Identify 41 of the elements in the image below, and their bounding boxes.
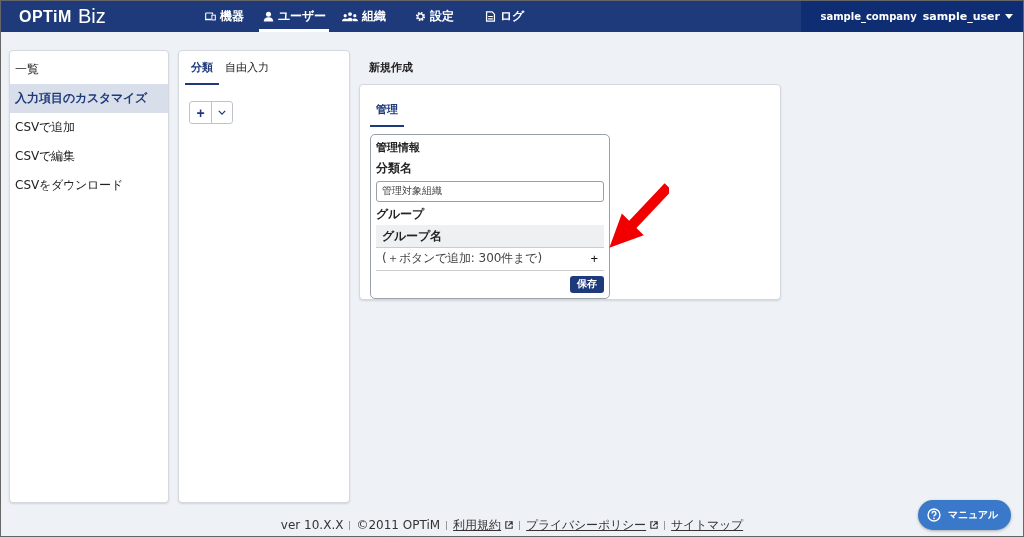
document-icon	[484, 10, 496, 22]
sidebar-item[interactable]: CSVをダウンロード	[10, 171, 168, 200]
nav-tab[interactable]: 機器	[189, 1, 259, 32]
settings-icon	[414, 10, 426, 22]
monitor-icon	[204, 10, 216, 22]
add-button[interactable]: +	[590, 252, 598, 265]
nav-tab[interactable]: 設定	[399, 1, 469, 32]
table-header: グループ名	[376, 224, 604, 248]
section-title: 新規作成	[368, 60, 414, 76]
tab[interactable]: 自由入力	[219, 51, 275, 85]
form-title: 管理情報	[376, 140, 421, 155]
chevron-down-icon	[218, 110, 226, 115]
logo-text: OPTiM	[19, 7, 72, 26]
logo-suffix: Biz	[77, 5, 106, 28]
copyright-text: ©2011 OPTiM	[356, 518, 441, 532]
sidebar-item[interactable]: 入力項目のカスタマイズ	[10, 84, 168, 113]
sidebar-item[interactable]: CSVで追加	[10, 113, 168, 142]
field-label: グループ	[376, 205, 426, 223]
add-button[interactable]: +	[190, 102, 211, 123]
hint-text: (＋ボタンで追加: 300件まで)	[382, 250, 543, 267]
save-button[interactable]: 保存	[570, 275, 604, 293]
user-menu[interactable]: sample_user	[922, 10, 1013, 23]
sidebar-item[interactable]: CSVで編集	[10, 142, 168, 171]
field-label: 分類名	[376, 160, 413, 177]
footer-link[interactable]: サイトマップ	[671, 516, 744, 534]
tab[interactable]: 分類	[185, 51, 219, 85]
footer-link[interactable]: プライバシーポリシー	[526, 516, 647, 534]
people-icon	[342, 10, 358, 22]
nav-tab[interactable]: ログ	[469, 1, 539, 32]
company-name: sample_company	[820, 11, 917, 22]
nav-tab[interactable]: ユーザー	[259, 1, 329, 32]
user-icon	[262, 10, 274, 22]
nav-tab[interactable]: 組織	[329, 1, 399, 32]
caret-icon	[1005, 14, 1013, 19]
footer-link[interactable]: 利用規約	[453, 516, 502, 534]
input-field[interactable]: 管理対象組織	[376, 180, 604, 202]
manual-button[interactable]: マニュアル	[918, 500, 1011, 530]
sidebar-item[interactable]: 一覧	[10, 55, 168, 84]
help-icon	[927, 508, 941, 522]
version-text: ver 10.X.X	[280, 518, 344, 532]
tab[interactable]: 管理	[370, 93, 404, 127]
